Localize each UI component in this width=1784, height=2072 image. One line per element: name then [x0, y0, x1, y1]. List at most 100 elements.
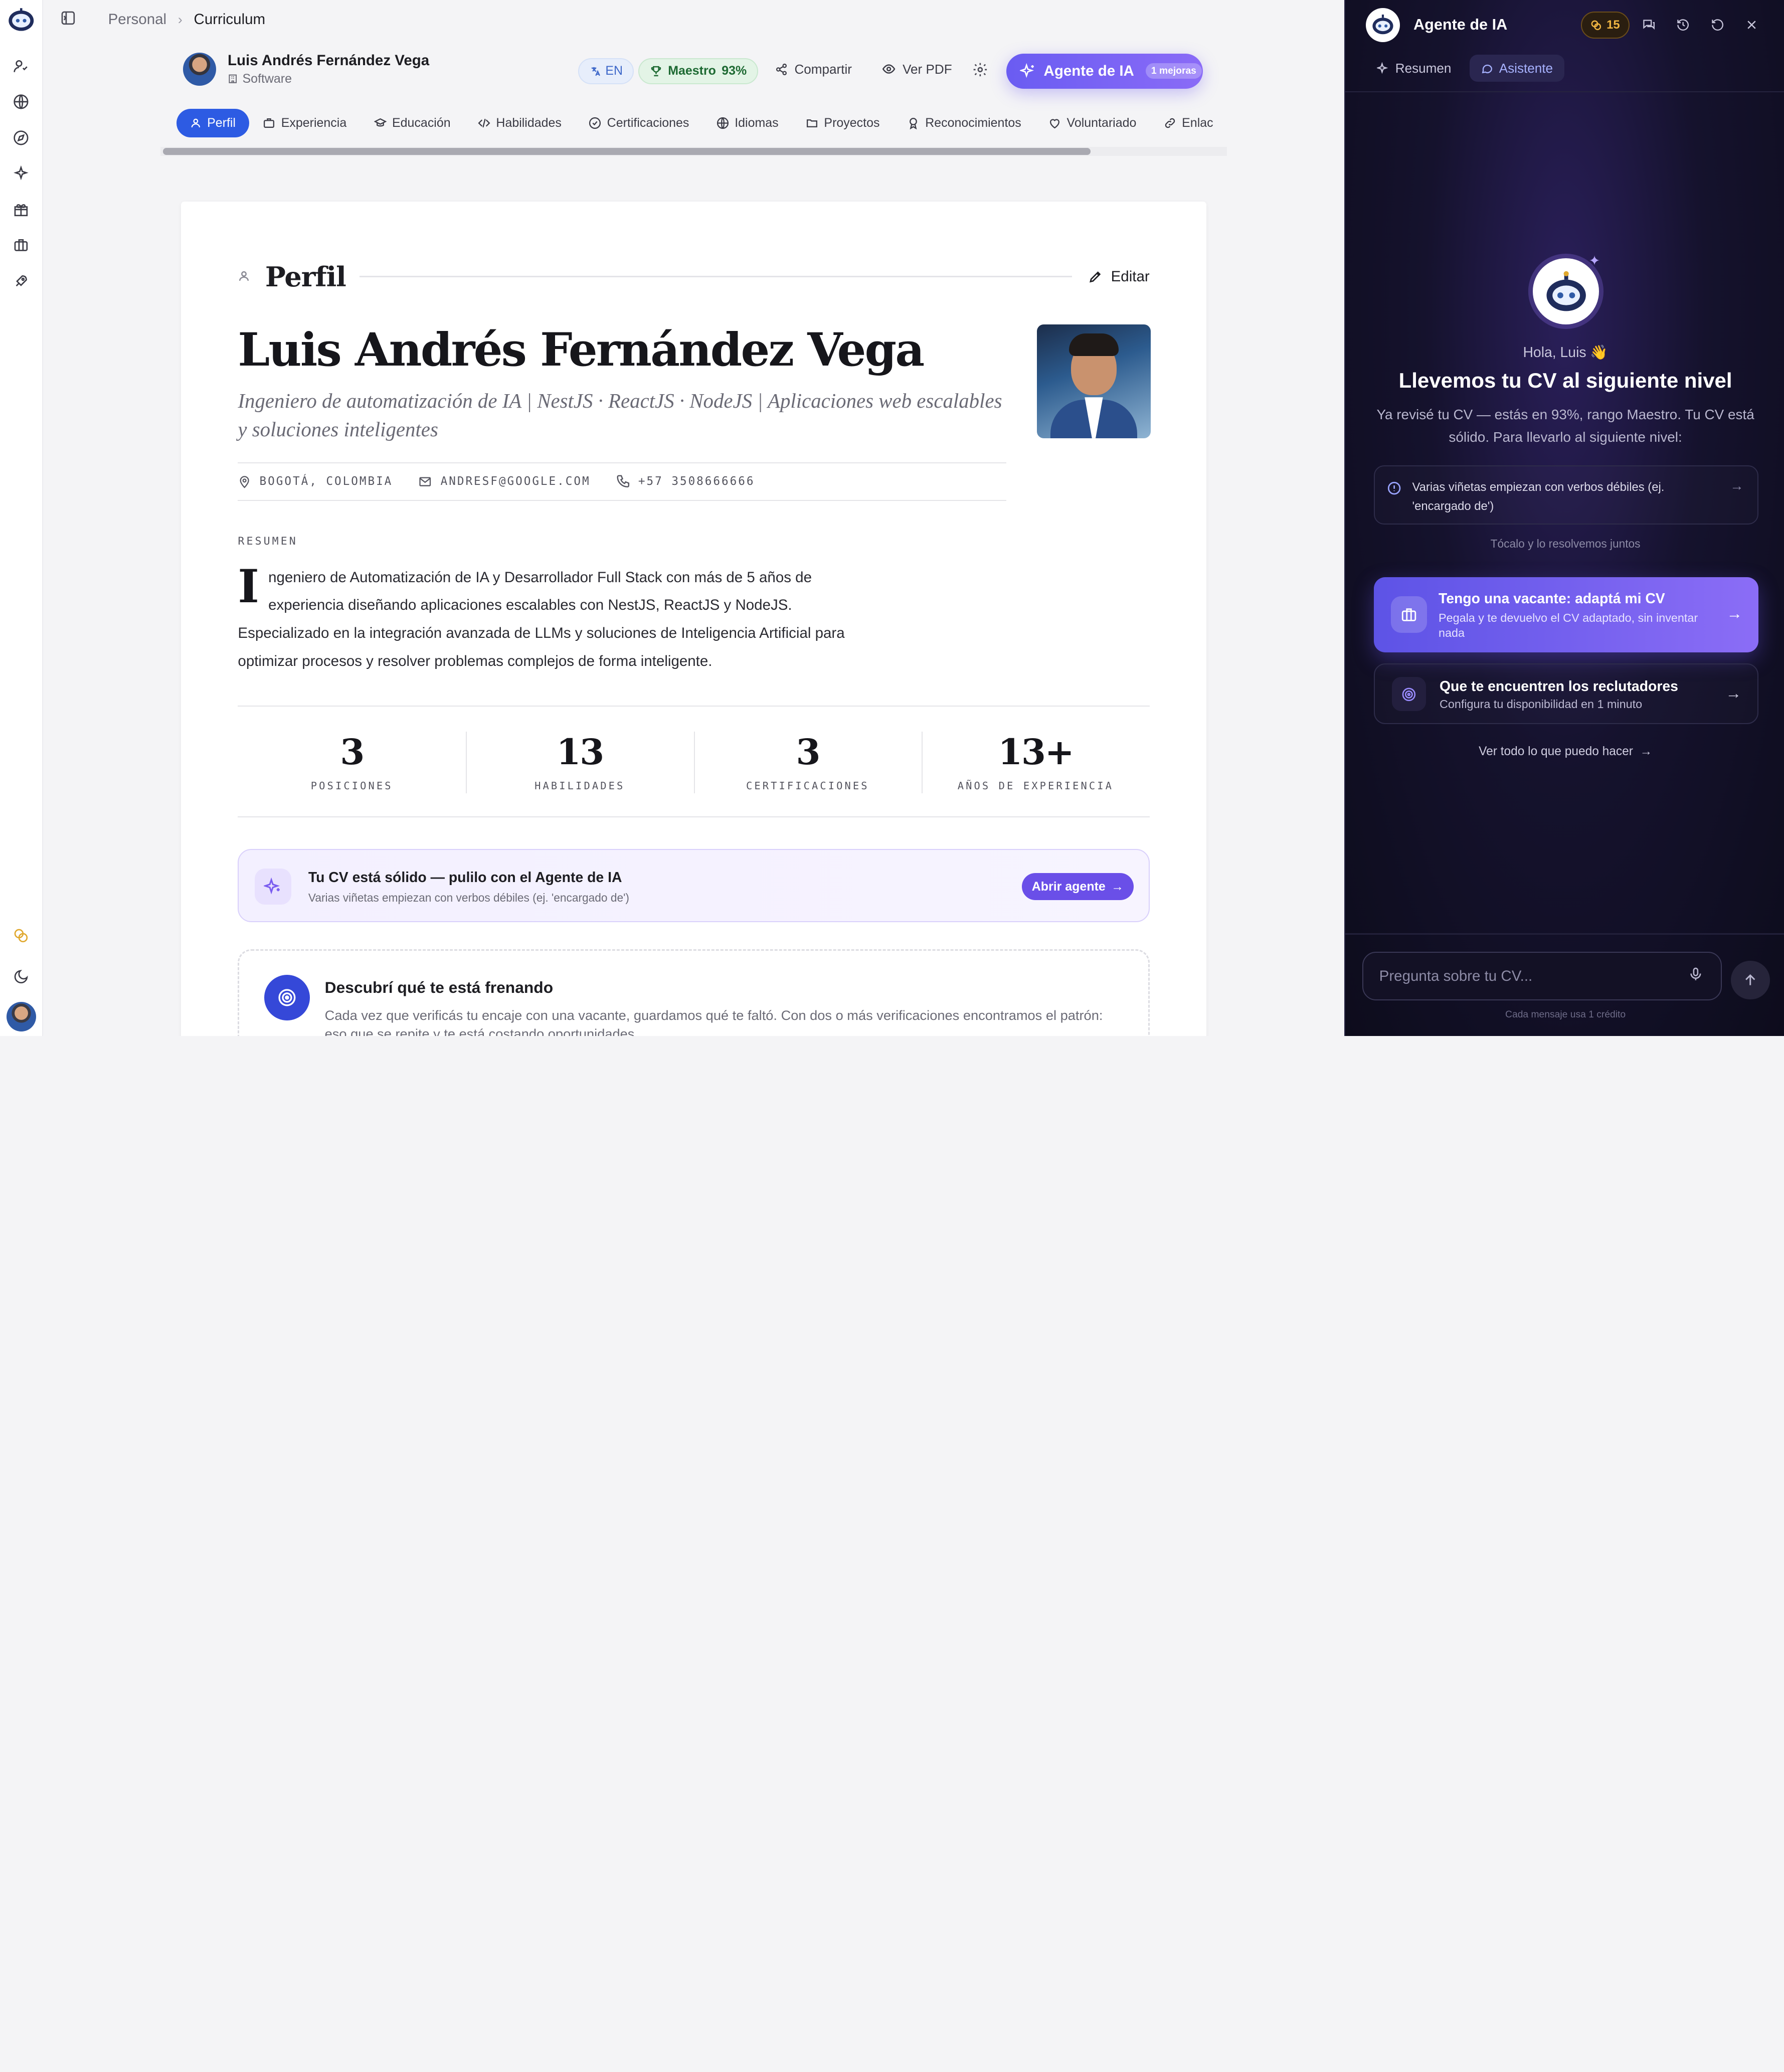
- sidebar-toggle-icon[interactable]: [60, 10, 78, 28]
- improvements-badge: 1 mejoras: [1145, 63, 1202, 79]
- tab-educacion[interactable]: Educación: [360, 109, 464, 137]
- translate-icon: [590, 66, 601, 77]
- section-title: Perfil: [265, 260, 346, 293]
- tab-idiomas[interactable]: Idiomas: [703, 109, 792, 137]
- ai-panel-header: Agente de IA 15: [1345, 0, 1784, 50]
- tabs-scrollbar-thumb[interactable]: [162, 148, 1091, 155]
- edit-button[interactable]: Editar: [1088, 268, 1150, 285]
- see-all-capabilities-link[interactable]: Ver todo lo que puedo hacer →: [1345, 745, 1784, 759]
- app-root: Personal › Curriculum Luis Andrés Fernán…: [0, 0, 1784, 1036]
- tab-experiencia[interactable]: Experiencia: [249, 109, 360, 137]
- award-icon: [907, 117, 920, 129]
- stat-skills: 13 HABILIDADES: [465, 707, 694, 816]
- ai-panel-tabs: Resumen Asistente: [1366, 54, 1564, 82]
- ai-intro: Ya revisé tu CV — estás en 93%, rango Ma…: [1376, 406, 1754, 445]
- main-content: Luis Andrés Fernández Vega Software EN M…: [160, 39, 1227, 1036]
- promo-subtitle: Varias viñetas empiezan con verbos débil…: [308, 891, 629, 905]
- tab-perfil[interactable]: Perfil: [176, 108, 250, 137]
- user-profile-icon[interactable]: [8, 52, 35, 79]
- ai-agent-panel: Agente de IA 15 Resumen Asistente ✦ Hola…: [1344, 0, 1784, 1036]
- app-logo-icon[interactable]: [8, 7, 35, 32]
- tab-habilidades[interactable]: Habilidades: [464, 109, 575, 137]
- ai-agent-button[interactable]: Agente de IA 1 mejoras: [1006, 53, 1203, 89]
- chat-bubbles-icon[interactable]: [1638, 14, 1660, 36]
- compass-icon[interactable]: [8, 124, 35, 151]
- stat-years: 13+ AÑOS DE EXPERIENCIA: [922, 707, 1150, 816]
- profile-summary: Luis Andrés Fernández Vega Software: [183, 52, 429, 86]
- breadcrumb: Personal › Curriculum: [108, 11, 266, 28]
- coins-icon: [1590, 20, 1602, 31]
- check-circle-icon: [589, 117, 601, 129]
- recruiters-title: Que te encuentren los reclutadores: [1439, 678, 1678, 695]
- user-avatar[interactable]: [6, 1001, 36, 1031]
- globe-icon: [717, 117, 729, 129]
- adapt-cv-to-vacancy-button[interactable]: Tengo una vacante: adaptá mi CV Pegala y…: [1373, 577, 1758, 652]
- tab-resumen[interactable]: Resumen: [1366, 55, 1463, 82]
- info-icon: [1387, 481, 1403, 497]
- tab-proyectos[interactable]: Proyectos: [792, 109, 894, 137]
- briefcase-icon[interactable]: [8, 232, 35, 259]
- reset-icon[interactable]: [1706, 14, 1728, 36]
- tab-certificaciones[interactable]: Certificaciones: [575, 109, 703, 137]
- arrow-up-icon: [1743, 973, 1758, 988]
- dark-mode-icon[interactable]: [8, 963, 35, 990]
- breadcrumb-root[interactable]: Personal: [108, 11, 166, 28]
- stat-positions: 3 POSICIONES: [310, 731, 393, 792]
- discover-text: Cada vez que verificás tu encaje con una…: [324, 1007, 1103, 1036]
- sparkles-icon[interactable]: [8, 160, 35, 187]
- cv-full-name: Luis Andrés Fernández Vega: [238, 323, 925, 377]
- arrow-right-icon: →: [1726, 604, 1743, 623]
- ask-cv-input[interactable]: [1362, 951, 1722, 1001]
- language-chip[interactable]: EN: [578, 58, 634, 84]
- history-icon[interactable]: [1672, 14, 1694, 36]
- contact-phone[interactable]: +57 3508666666: [616, 474, 755, 489]
- view-pdf-button[interactable]: Ver PDF: [882, 62, 952, 77]
- rocket-icon[interactable]: [8, 267, 35, 294]
- section-divider: [359, 276, 1073, 277]
- tab-voluntariado[interactable]: Voluntariado: [1035, 109, 1150, 137]
- settings-gear-icon[interactable]: [972, 62, 990, 80]
- trophy-icon: [650, 65, 662, 77]
- robot-avatar-icon: [1365, 8, 1400, 42]
- graduation-icon: [374, 117, 387, 129]
- sparkle-icon: ✦: [1588, 252, 1600, 268]
- tabs-scrollbar[interactable]: [160, 146, 1227, 156]
- share-button[interactable]: Compartir: [775, 62, 852, 77]
- close-icon[interactable]: [1740, 14, 1763, 36]
- arrow-right-icon: →: [1725, 683, 1742, 702]
- coins-icon[interactable]: [8, 922, 35, 949]
- section-tabs: Perfil Experiencia Educación Habilidades…: [160, 102, 1227, 143]
- user-icon: [190, 117, 202, 129]
- issue-suggestion[interactable]: Varias viñetas empiezan con verbos débil…: [1373, 465, 1758, 525]
- left-rail: [0, 0, 44, 1036]
- contact-location: BOGOTÁ, COLOMBIA: [238, 475, 393, 488]
- tab-asistente[interactable]: Asistente: [1469, 54, 1564, 82]
- discover-title: Descubrí qué te está frenando: [324, 978, 554, 996]
- tab-enlaces[interactable]: Enlac: [1150, 109, 1227, 137]
- arrow-right-icon: →: [1111, 879, 1124, 894]
- arrow-right-icon: →: [1730, 478, 1744, 494]
- send-button[interactable]: [1731, 960, 1770, 1000]
- microphone-icon[interactable]: [1688, 966, 1706, 984]
- tab-reconocimientos[interactable]: Reconocimientos: [894, 109, 1035, 137]
- summary-text: ngeniero de Automatización de IA y Desar…: [238, 569, 845, 670]
- contact-row: BOGOTÁ, COLOMBIA ANDRESF@GOOGLE.COM +57 …: [238, 462, 1006, 501]
- ai-greeting: Hola, Luis 👋: [1523, 344, 1608, 361]
- sparkles-icon: [1377, 62, 1389, 75]
- gift-icon[interactable]: [8, 196, 35, 223]
- level-chip[interactable]: Maestro 93%: [638, 58, 758, 84]
- cv-headline: Ingeniero de automatización de IA | Nest…: [238, 389, 1002, 441]
- building-icon: [228, 74, 238, 84]
- cv-card: Perfil Editar Luis Andrés Fernández Vega…: [181, 201, 1207, 1036]
- eye-icon: [882, 62, 896, 76]
- person-icon: [238, 270, 251, 283]
- profile-avatar: [183, 53, 217, 86]
- open-agent-button[interactable]: Abrir agente →: [1022, 873, 1134, 901]
- globe-icon[interactable]: [8, 88, 35, 115]
- stats-row: 3 POSICIONES 13 HABILIDADES 3 CERTIFICAC…: [238, 706, 1150, 817]
- recruiters-visibility-button[interactable]: Que te encuentren los reclutadores Confi…: [1373, 663, 1758, 724]
- link-icon: [1164, 117, 1176, 129]
- credits-badge[interactable]: 15: [1580, 11, 1630, 39]
- contact-email[interactable]: ANDRESF@GOOGLE.COM: [418, 475, 590, 488]
- chat-bubble-icon: [1481, 62, 1493, 75]
